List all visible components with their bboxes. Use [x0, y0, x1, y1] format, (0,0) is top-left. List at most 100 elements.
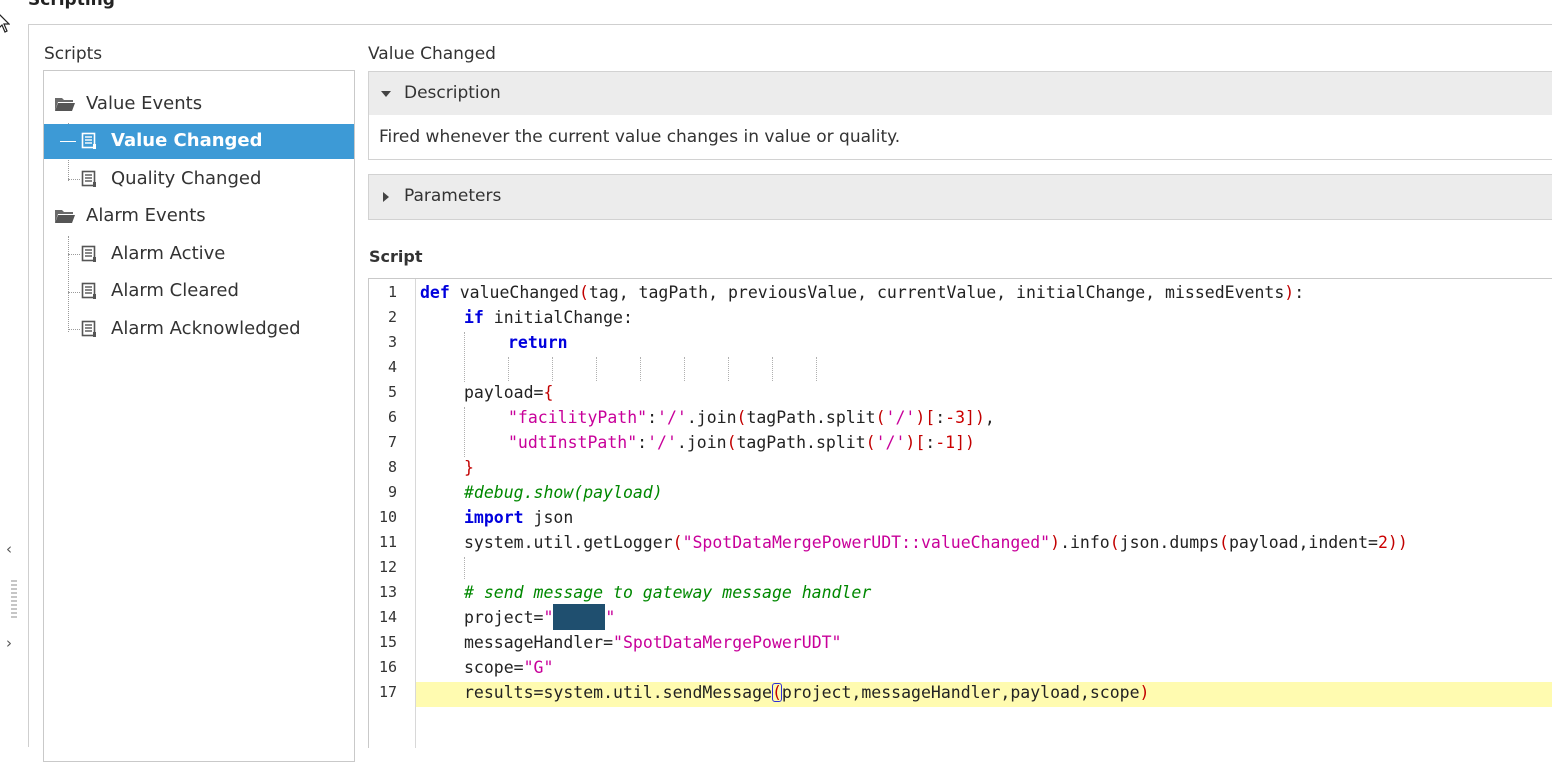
code-token: ( — [875, 408, 886, 427]
code-token: ) — [1139, 683, 1150, 702]
code-token: ( — [1109, 533, 1120, 552]
redacted-block — [553, 604, 606, 630]
indent-guide — [464, 557, 465, 579]
mouse-cursor-icon — [0, 14, 10, 33]
tree-item-value-changed[interactable]: Value Changed — [44, 124, 354, 159]
code-token: )[ — [915, 408, 936, 427]
code-line-7: "udtInstPath":'/'.join(tagPath.split('/'… — [508, 430, 975, 455]
tree-group-label: Value Events — [86, 93, 203, 114]
tree-item-quality-changed[interactable]: Quality Changed — [44, 162, 354, 197]
indent-guide — [464, 332, 465, 382]
caret-down-icon — [381, 91, 391, 97]
folder-open-icon — [55, 210, 75, 223]
tree-group-label: Alarm Events — [86, 205, 206, 226]
code-token: , — [984, 408, 995, 427]
tree-group-alarm-events[interactable]: Alarm Events — [44, 199, 354, 234]
code-token: )[ — [905, 433, 926, 452]
code-token: : — [1294, 283, 1305, 302]
indent-guide — [684, 357, 685, 381]
description-body: Fired whenever the current value changes… — [368, 115, 1552, 160]
code-token: ( — [672, 533, 683, 552]
code-token: : — [925, 433, 936, 452]
line-number: 15 — [378, 633, 397, 651]
code-token: ( — [865, 433, 876, 452]
line-number: 12 — [378, 558, 397, 576]
code-token: payload= — [464, 383, 544, 402]
indent-guide — [508, 357, 509, 381]
tree-item-label: Alarm Acknowledged — [111, 318, 301, 339]
line-number: 2 — [387, 308, 397, 326]
script-document-icon — [81, 132, 96, 149]
code-token: #debug.show(payload) — [464, 483, 663, 502]
code-token: .join — [686, 408, 737, 427]
script-editor[interactable]: 1 2 3 4 5 6 7 8 9 10 11 12 13 14 15 16 1… — [368, 278, 1552, 748]
description-section-header[interactable]: Description — [368, 71, 1552, 117]
tree-item-alarm-acknowledged[interactable]: Alarm Acknowledged — [44, 312, 354, 347]
code-token: "udtInstPath" — [508, 433, 638, 452]
tree-item-alarm-active[interactable]: Alarm Active — [44, 237, 354, 272]
code-token: valueChanged — [449, 283, 579, 302]
code-token: def — [420, 283, 450, 302]
code-token: messageHandler= — [464, 633, 614, 652]
script-label: Script — [369, 247, 423, 266]
indent-guide — [464, 407, 465, 457]
code-token: payload,indent= — [1228, 533, 1378, 552]
indent-guide — [772, 357, 773, 381]
line-number: 3 — [387, 333, 397, 351]
code-token: ( — [578, 283, 589, 302]
code-token: '/' — [647, 433, 677, 452]
code-token: -3 — [945, 408, 966, 427]
tree-connector — [60, 141, 76, 142]
line-number: 17 — [378, 683, 397, 701]
tree-group-value-events[interactable]: Value Events — [44, 87, 354, 122]
splitter-grip[interactable] — [11, 580, 17, 618]
tree-item-label: Value Changed — [111, 130, 263, 151]
tree-item-label: Quality Changed — [111, 168, 262, 189]
line-number: 10 — [378, 508, 397, 526]
code-token: '/' — [657, 408, 687, 427]
code-line-14: project=" " — [464, 604, 616, 630]
expand-right-icon[interactable]: › — [6, 634, 12, 652]
collapse-left-icon[interactable]: ‹ — [6, 540, 12, 558]
code-line-16: scope="G" — [464, 655, 553, 680]
code-token: project,messageHandler,payload,scope — [781, 683, 1140, 702]
line-number: 6 — [387, 408, 397, 426]
indent-guide — [640, 357, 641, 381]
code-line-10: import json — [464, 505, 573, 530]
header-divider — [28, 24, 1552, 25]
line-number: 11 — [378, 533, 397, 551]
line-number: 1 — [387, 283, 397, 301]
code-token: " — [605, 608, 616, 627]
detail-title: Value Changed — [368, 44, 496, 64]
code-token: : — [637, 433, 648, 452]
code-token: json — [523, 508, 574, 527]
code-token: tagPath.split — [746, 408, 876, 427]
parameters-section-header[interactable]: Parameters — [368, 174, 1552, 220]
code-token: tag, tagPath, previousValue, currentValu… — [588, 283, 1285, 302]
code-token: '/' — [875, 433, 906, 452]
code-token: "SpotDataMergePowerUDT::valueChanged" — [682, 533, 1051, 552]
code-token: initialChange: — [483, 308, 633, 327]
code-token: )) — [1387, 533, 1408, 552]
script-document-icon — [81, 320, 96, 337]
code-token: project= — [464, 608, 544, 627]
line-number: 8 — [387, 458, 397, 476]
code-token: : — [935, 408, 946, 427]
code-line-17: results=system.util.sendMessage(project,… — [464, 680, 1149, 705]
code-token: import — [464, 508, 524, 527]
code-token: ]) — [955, 433, 975, 452]
description-header-label: Description — [404, 83, 501, 103]
code-line-5: payload={ — [464, 380, 553, 405]
tree-item-alarm-cleared[interactable]: Alarm Cleared — [44, 274, 354, 309]
code-token: ]) — [965, 408, 985, 427]
folder-open-icon — [55, 98, 75, 111]
code-token: "SpotDataMergePowerUDT" — [613, 633, 842, 652]
code-token: ( — [1219, 533, 1229, 552]
left-frame-border — [28, 24, 29, 747]
parameters-header-label: Parameters — [404, 186, 502, 206]
code-token: ) — [1050, 533, 1061, 552]
code-line-8: } — [464, 455, 474, 480]
code-token: .info — [1060, 533, 1110, 552]
code-line-13: # send message to gateway message handle… — [464, 580, 871, 605]
code-token: scope= — [464, 658, 524, 677]
